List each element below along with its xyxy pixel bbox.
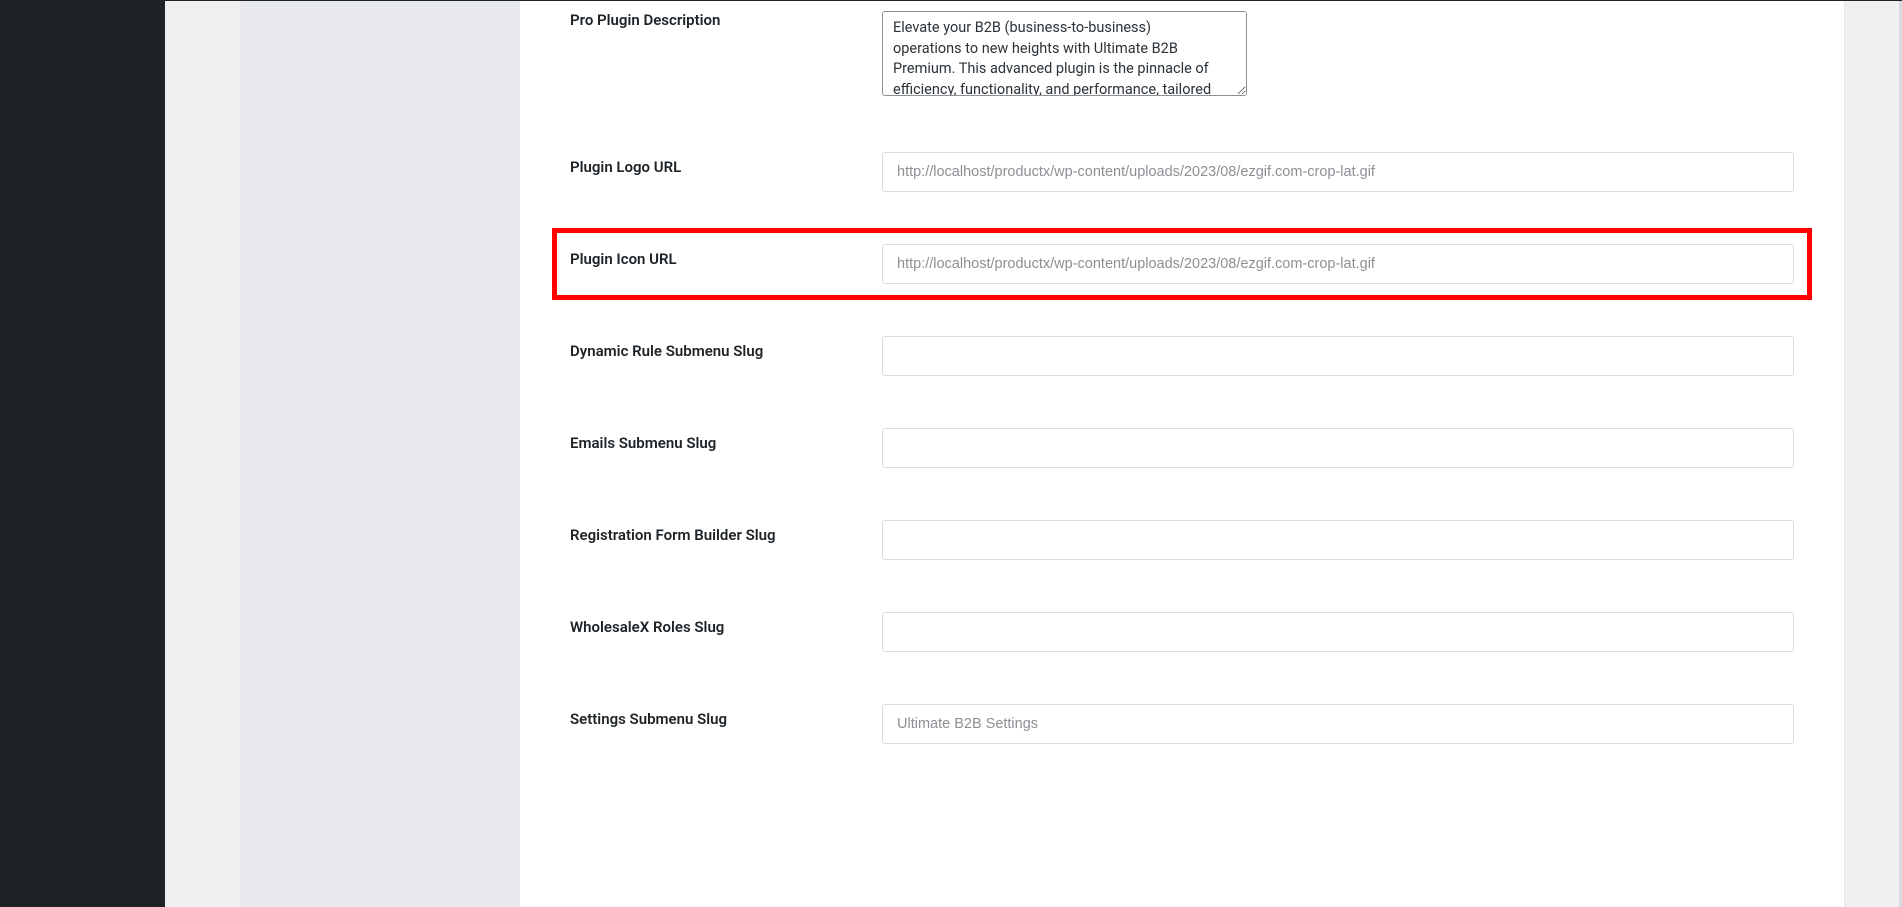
label-settings-slug: Settings Submenu Slug <box>570 704 882 728</box>
logo-url-input[interactable] <box>882 152 1794 192</box>
settings-form-area: Pro Plugin Description Plugin Logo URL P… <box>520 1 1844 907</box>
label-logo-url: Plugin Logo URL <box>570 152 882 176</box>
settings-side-panel <box>241 1 520 907</box>
field-row-dynamic-rule-slug: Dynamic Rule Submenu Slug <box>570 336 1794 376</box>
field-row-settings-slug: Settings Submenu Slug <box>570 704 1794 744</box>
field-row-roles-slug: WholesaleX Roles Slug <box>570 612 1794 652</box>
label-pro-description: Pro Plugin Description <box>570 11 882 29</box>
label-registration-slug: Registration Form Builder Slug <box>570 520 882 544</box>
label-icon-url: Plugin Icon URL <box>570 244 882 268</box>
icon-url-input[interactable] <box>882 244 1794 284</box>
registration-slug-input[interactable] <box>882 520 1794 560</box>
roles-slug-input[interactable] <box>882 612 1794 652</box>
field-row-icon-url: Plugin Icon URL <box>570 244 1794 284</box>
gap-panel <box>165 1 241 907</box>
wp-admin-layout: Pro Plugin Description Plugin Logo URL P… <box>0 0 1902 907</box>
field-row-logo-url: Plugin Logo URL <box>570 152 1794 192</box>
right-gutter <box>1844 1 1899 907</box>
label-emails-slug: Emails Submenu Slug <box>570 428 882 452</box>
dynamic-rule-slug-input[interactable] <box>882 336 1794 376</box>
wp-admin-sidebar <box>0 1 165 907</box>
pro-description-textarea[interactable] <box>882 11 1247 96</box>
field-row-emails-slug: Emails Submenu Slug <box>570 428 1794 468</box>
field-row-registration-slug: Registration Form Builder Slug <box>570 520 1794 560</box>
emails-slug-input[interactable] <box>882 428 1794 468</box>
settings-slug-input[interactable] <box>882 704 1794 744</box>
field-row-pro-description: Pro Plugin Description <box>570 11 1794 100</box>
label-roles-slug: WholesaleX Roles Slug <box>570 612 882 636</box>
label-dynamic-rule-slug: Dynamic Rule Submenu Slug <box>570 336 882 360</box>
